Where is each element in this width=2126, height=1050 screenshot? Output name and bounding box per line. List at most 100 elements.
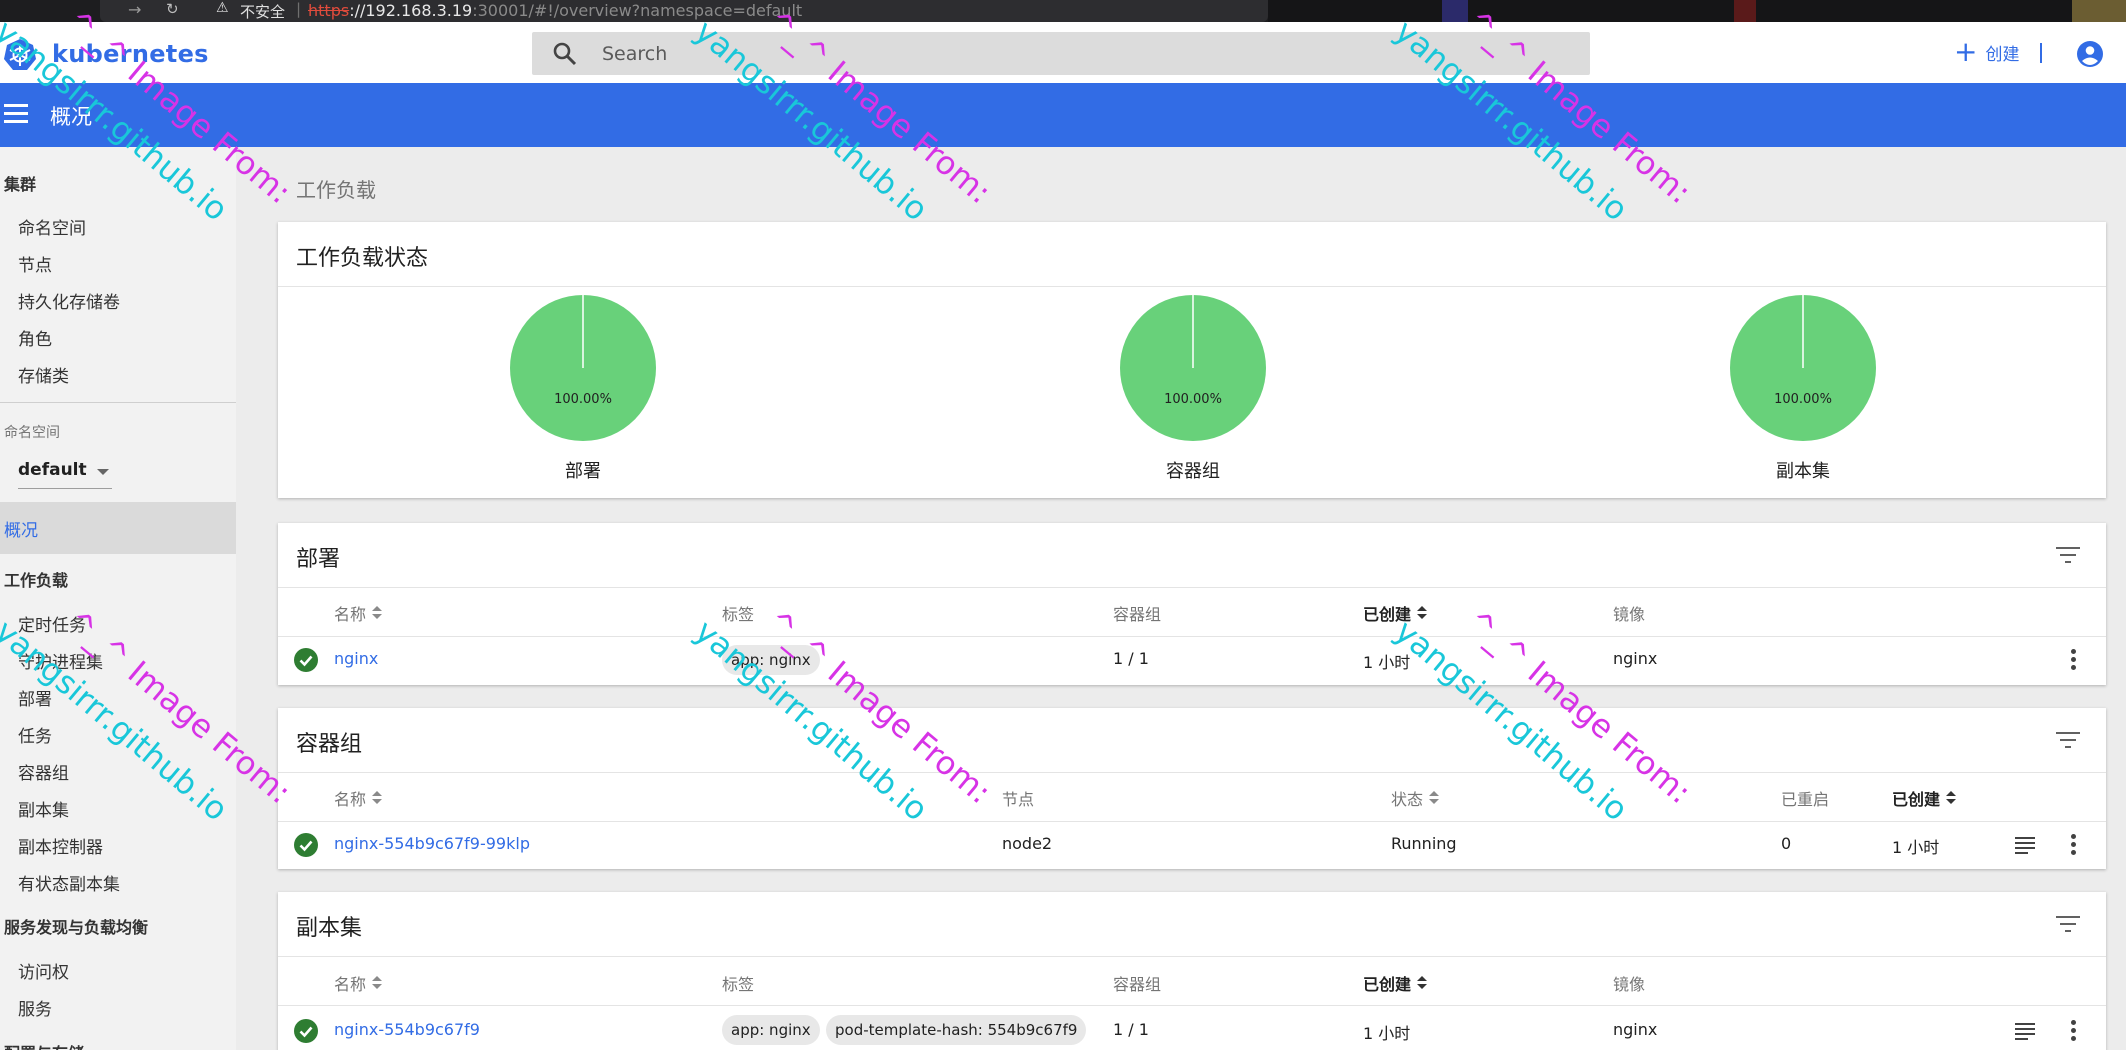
tab-chip[interactable]	[1442, 0, 1468, 22]
column-header-name[interactable]: 名称	[334, 601, 383, 625]
tab-chip[interactable]	[2072, 0, 2126, 22]
browser-toolbar: → ↻ ⚠ 不安全 | https://192.168.3.19:30001/#…	[0, 0, 2126, 22]
column-header-labels: 标签	[722, 601, 754, 625]
logs-icon[interactable]	[2015, 1023, 2035, 1040]
card-title: 工作负载状态	[296, 246, 429, 271]
column-header-label: 标签	[722, 605, 755, 624]
card-title: 部署	[296, 547, 341, 572]
table-header-divider	[278, 1005, 2106, 1006]
app-header: kubernetes Search + 创建	[0, 22, 2126, 83]
pods-card: 容器组 名称 节点 状态 已重启 已创建 nginx-554b9c67f9-99…	[278, 708, 2106, 869]
replicasets-card: 副本集 名称 标签 容器组 已创建 镜像 nginx-554b9c67f9 ap…	[278, 892, 2106, 1050]
column-header-node: 节点	[1002, 786, 1034, 810]
pie-chart	[1730, 295, 1876, 441]
chart-label: 容器组	[1166, 461, 1220, 482]
create-button[interactable]: + 创建	[1954, 37, 2019, 67]
reload-icon[interactable]: ↻	[166, 0, 179, 18]
pod-name-link[interactable]: nginx-554b9c67f9-99klp	[334, 834, 530, 853]
column-header-label: 镜像	[1613, 975, 1646, 994]
sidebar-item-ingresses[interactable]: 访问权	[18, 958, 69, 983]
column-header-pods: 容器组	[1113, 601, 1161, 625]
search-input[interactable]: Search	[532, 32, 1590, 75]
sort-icon	[1429, 791, 1440, 805]
filter-icon[interactable]	[2056, 916, 2080, 936]
image-name: nginx	[1613, 649, 1658, 668]
sidebar-item-statefulsets[interactable]: 有状态副本集	[18, 870, 120, 895]
sidebar-item-replication-controllers[interactable]: 副本控制器	[18, 833, 103, 858]
sidebar-item-overview-label: 概况	[4, 521, 38, 541]
header-divider	[2040, 43, 2042, 63]
column-header-label: 已重启	[1781, 790, 1830, 809]
sidebar-item-namespaces[interactable]: 命名空间	[18, 214, 86, 239]
card-title: 容器组	[296, 732, 363, 757]
sidebar-item-overview[interactable]: 概况	[0, 502, 236, 554]
filter-icon[interactable]	[2056, 732, 2080, 752]
sidebar-section-cluster[interactable]: 集群	[4, 171, 36, 195]
sidebar-item-storage-classes[interactable]: 存储类	[18, 362, 69, 387]
workload-status-card: 工作负载状态 100.00% 部署 100.00% 容器组 100.00% 副本…	[278, 222, 2106, 498]
search-placeholder: Search	[602, 43, 668, 65]
column-header-label: 已创建	[1892, 790, 1941, 809]
card-divider	[278, 587, 2106, 588]
sidebar-item-daemonsets[interactable]: 守护进程集	[18, 648, 103, 673]
sidebar-section-discovery[interactable]: 服务发现与负载均衡	[4, 914, 148, 938]
sort-icon	[1946, 791, 1957, 805]
column-header-created[interactable]: 已创建	[1892, 786, 1957, 810]
kubernetes-logo-icon[interactable]	[3, 38, 37, 72]
column-header-name[interactable]: 名称	[334, 971, 383, 995]
address-bar[interactable]: → ↻ ⚠ 不安全 | https://192.168.3.19:30001/#…	[100, 0, 1268, 22]
table-header-divider	[278, 821, 2106, 822]
chart-percent: 100.00%	[554, 392, 612, 407]
label-chip: app: nginx	[722, 1015, 820, 1045]
namespace-select[interactable]: default	[18, 458, 112, 489]
sidebar-item-pods[interactable]: 容器组	[18, 759, 69, 784]
column-header-label: 名称	[334, 975, 367, 994]
status-chart-replicasets[interactable]: 100.00% 副本集	[1723, 294, 1883, 482]
node-name: node2	[1002, 834, 1053, 853]
sidebar-section-workloads[interactable]: 工作负载	[4, 567, 68, 591]
status-chart-deployments[interactable]: 100.00% 部署	[503, 294, 663, 482]
sidebar-item-replicasets[interactable]: 副本集	[18, 796, 69, 821]
sidebar-item-cronjobs[interactable]: 定时任务	[18, 611, 86, 636]
filter-icon[interactable]	[2056, 547, 2080, 567]
more-actions-icon[interactable]	[2071, 834, 2077, 856]
url-separator: |	[296, 0, 302, 18]
sidebar-item-deployments[interactable]: 部署	[18, 685, 52, 710]
column-header-label: 已创建	[1363, 975, 1412, 994]
url-path: :30001/#!/overview?namespace=default	[472, 1, 803, 20]
deployment-name-link[interactable]: nginx	[334, 649, 378, 668]
card-title: 副本集	[296, 916, 363, 941]
sidebar-item-roles[interactable]: 角色	[18, 325, 52, 350]
more-actions-icon[interactable]	[2071, 649, 2077, 671]
namespace-value: default	[18, 460, 87, 480]
menu-icon[interactable]	[4, 104, 28, 126]
tab-strip	[1268, 0, 2126, 22]
logs-icon[interactable]	[2015, 837, 2035, 854]
sidebar-item-persistent-volumes[interactable]: 持久化存储卷	[18, 288, 120, 313]
column-header-created[interactable]: 已创建	[1363, 971, 1428, 995]
column-header-label: 名称	[334, 790, 367, 809]
status-ok-icon	[294, 648, 318, 672]
status-chart-pods[interactable]: 100.00% 容器组	[1113, 294, 1273, 482]
more-actions-icon[interactable]	[2071, 1020, 2077, 1042]
column-header-name[interactable]: 名称	[334, 786, 383, 810]
column-header-created[interactable]: 已创建	[1363, 601, 1428, 625]
sidebar-item-services[interactable]: 服务	[18, 995, 52, 1020]
forward-arrow-icon[interactable]: →	[128, 0, 141, 19]
chart-percent: 100.00%	[1774, 392, 1832, 407]
pods-count: 1 / 1	[1113, 649, 1149, 668]
pods-count: 1 / 1	[1113, 1020, 1149, 1039]
replicaset-name-link[interactable]: nginx-554b9c67f9	[334, 1020, 480, 1039]
column-header-label: 节点	[1002, 790, 1035, 809]
sidebar-item-nodes[interactable]: 节点	[18, 251, 52, 276]
account-icon[interactable]	[2076, 40, 2104, 68]
restart-count: 0	[1781, 834, 1792, 853]
sidebar-item-jobs[interactable]: 任务	[18, 722, 52, 747]
tab-chip[interactable]	[1734, 0, 1756, 22]
app-logo-text[interactable]: kubernetes	[52, 40, 209, 68]
sidebar: 集群 命名空间 节点 持久化存储卷 角色 存储类 命名空间 default 概况…	[0, 147, 236, 1050]
sidebar-section-config[interactable]: 配置与存储	[4, 1040, 84, 1050]
sort-icon	[372, 976, 383, 990]
column-header-status[interactable]: 状态	[1391, 786, 1440, 810]
url-text[interactable]: https://192.168.3.19:30001/#!/overview?n…	[308, 1, 802, 20]
